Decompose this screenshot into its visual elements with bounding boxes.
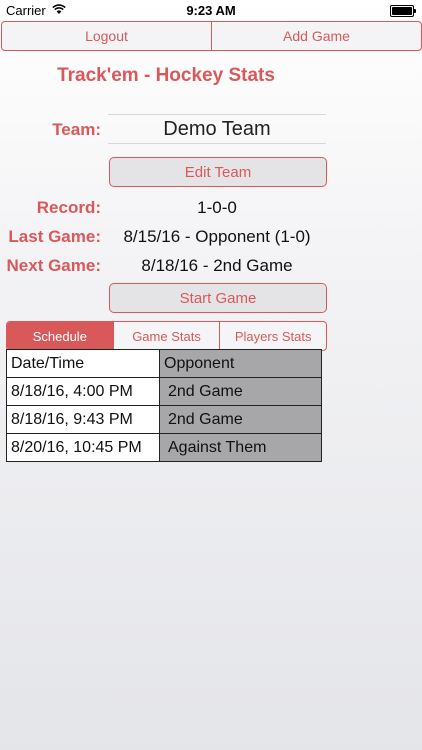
opponent-cell: 2nd Game	[159, 377, 322, 406]
table-header-row: Date/Time Opponent	[6, 349, 322, 378]
tab-game-stats[interactable]: Game Stats	[112, 322, 220, 350]
start-game-button[interactable]: Start Game	[109, 283, 327, 313]
edit-team-button[interactable]: Edit Team	[109, 157, 327, 187]
clock: 9:23 AM	[186, 3, 236, 18]
next-game-value: 8/18/16 - 2nd Game	[141, 256, 293, 275]
top-action-bar: Logout Add Game	[1, 21, 422, 51]
schedule-table: Date/Time Opponent 8/18/16, 4:00 PM 2nd …	[6, 349, 322, 462]
next-game-label: Next Game:	[6, 256, 101, 275]
last-game-value: 8/15/16 - Opponent (1-0)	[123, 227, 311, 246]
status-bar: Carrier 9:23 AM	[0, 0, 422, 22]
opponent-cell: 2nd Game	[159, 405, 322, 434]
stats-tab-control: Schedule Game Stats Players Stats	[6, 321, 327, 351]
table-row[interactable]: 8/18/16, 9:43 PM 2nd Game	[6, 405, 322, 434]
team-label: Team:	[52, 120, 101, 139]
tab-players-stats[interactable]: Players Stats	[219, 322, 326, 350]
logout-button[interactable]: Logout	[2, 22, 211, 50]
last-game-label: Last Game:	[8, 227, 101, 246]
date-time-cell: 8/18/16, 9:43 PM	[6, 405, 160, 434]
date-time-cell: 8/18/16, 4:00 PM	[6, 377, 160, 406]
date-time-cell: 8/20/16, 10:45 PM	[6, 433, 160, 462]
column-header-opponent: Opponent	[159, 349, 322, 378]
add-game-button[interactable]: Add Game	[211, 22, 421, 50]
table-row[interactable]: 8/18/16, 4:00 PM 2nd Game	[6, 377, 322, 406]
team-name-field[interactable]: Demo Team	[108, 114, 326, 144]
page-title: Track'em - Hockey Stats	[57, 65, 275, 86]
battery-icon	[390, 5, 416, 17]
table-row[interactable]: 8/20/16, 10:45 PM Against Them	[6, 433, 322, 462]
column-header-date-time: Date/Time	[6, 349, 160, 378]
tab-schedule[interactable]: Schedule	[7, 322, 113, 350]
record-label: Record:	[36, 198, 101, 217]
opponent-cell: Against Them	[159, 433, 322, 462]
record-value: 1-0-0	[197, 198, 237, 217]
